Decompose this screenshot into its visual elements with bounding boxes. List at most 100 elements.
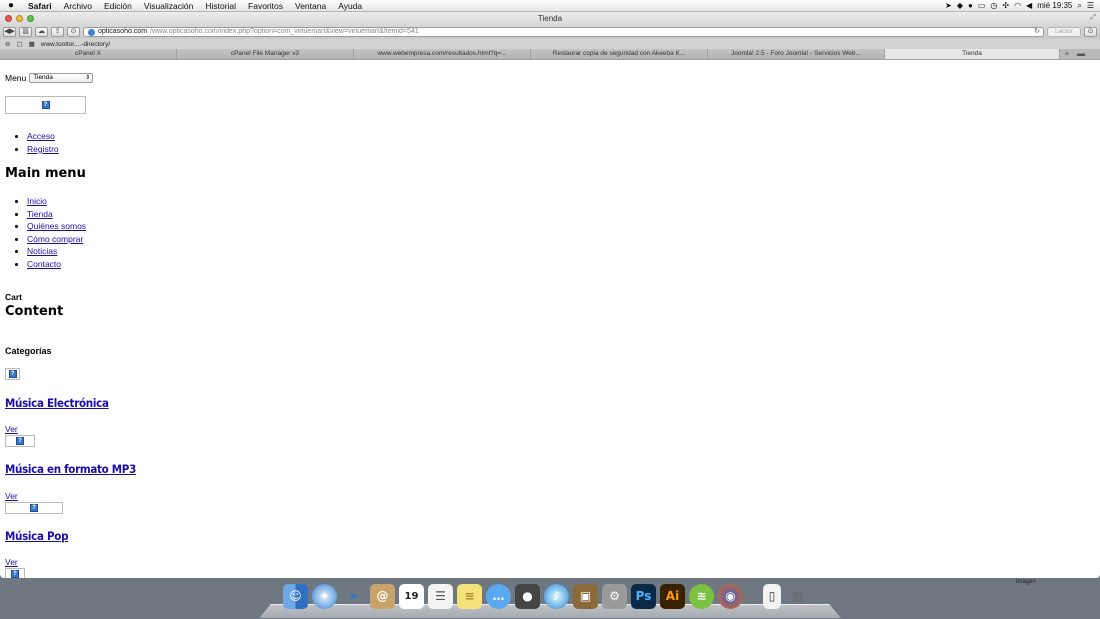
- menu-ventana[interactable]: Ventana: [289, 1, 332, 11]
- bookmarks-button[interactable]: ▥: [19, 27, 32, 37]
- url-host: opticasoho.com: [98, 28, 148, 35]
- category-link-musica-electronica[interactable]: Música Electrónica: [5, 396, 109, 410]
- tab-foro-joomla[interactable]: Joomla! 2.5 - Foro Joomla! - Servicios W…: [708, 49, 885, 59]
- tab-file-manager[interactable]: cPanel File Manager v3: [177, 49, 354, 59]
- missing-image-icon: ?: [11, 569, 19, 578]
- tab-overview-button[interactable]: ▬: [1074, 49, 1088, 59]
- category-link-musica-mp3[interactable]: Música en formato MP3: [5, 462, 136, 476]
- ver-link[interactable]: Ver: [5, 557, 18, 567]
- bookmarks-bar: ⊖ ▢ ▦ www.tooltor....-directory/: [0, 39, 1100, 49]
- menu-row: Menu Tienda: [5, 73, 94, 83]
- menu-edicion[interactable]: Edición: [98, 1, 138, 11]
- share-button[interactable]: ⇪: [51, 27, 64, 37]
- missing-image-icon: ?: [16, 437, 24, 445]
- facetime-icon[interactable]: ●: [515, 584, 540, 609]
- finder-icon[interactable]: ☺: [283, 584, 308, 609]
- reader-button[interactable]: Lector: [1047, 27, 1081, 37]
- calendar-icon[interactable]: 19: [399, 584, 424, 609]
- cart-title: Cart: [5, 292, 23, 302]
- menu-link-noticias[interactable]: Noticias: [27, 246, 57, 256]
- safari-window: Tienda ⤢ ◀▶ ▥ ☁ ⇪ ⊙ opticasoho.com/www.o…: [0, 12, 1100, 578]
- missing-image-icon: ?: [30, 504, 38, 512]
- menu-link-tienda[interactable]: Tienda: [27, 209, 53, 219]
- menu-visualizacion[interactable]: Visualización: [138, 1, 199, 11]
- documents-icon[interactable]: ▯: [763, 584, 781, 609]
- top-sites-icon[interactable]: ▦: [29, 40, 35, 48]
- dock: ☺ ✦ ➤ @ 19 ☰ ≡ … ● ♪ ▣ ⚙ Ps Ai ≋ ◉ ▯ ▥: [259, 580, 841, 619]
- itunes-icon[interactable]: ♪: [544, 584, 569, 609]
- mail-icon[interactable]: ➤: [341, 584, 366, 609]
- menu-label: Menu: [5, 73, 27, 83]
- apple-menu-icon[interactable]: ●: [0, 0, 22, 11]
- menu-link-como-comprar[interactable]: Cómo comprar: [27, 234, 83, 244]
- icloud-tabs-button[interactable]: ☁: [35, 27, 48, 37]
- tab-akeeba[interactable]: Restaurar copia de seguridad con Akeeba …: [531, 49, 708, 59]
- register-link[interactable]: Registro: [27, 144, 59, 154]
- photoshop-icon[interactable]: Ps: [631, 584, 656, 609]
- menu-favoritos[interactable]: Favoritos: [242, 1, 289, 11]
- spotlight-icon[interactable]: ⌕: [1077, 1, 1081, 11]
- safari-icon[interactable]: ✦: [312, 584, 337, 609]
- ver-link[interactable]: Ver: [5, 491, 18, 501]
- main-menu-title: Main menu: [5, 166, 86, 181]
- category-image: ?: [5, 368, 20, 380]
- menu-select[interactable]: Tienda: [29, 73, 94, 83]
- menu-link-inicio[interactable]: Inicio: [27, 196, 47, 206]
- address-bar[interactable]: opticasoho.com/www.opticasoho.com/index.…: [83, 27, 1044, 37]
- menu-link-contacto[interactable]: Contacto: [27, 259, 61, 269]
- firefox-icon[interactable]: ◉: [718, 584, 743, 609]
- bluetooth-icon[interactable]: ✣: [1002, 1, 1009, 10]
- category-link-musica-pop[interactable]: Música Pop: [5, 529, 68, 543]
- reminders-icon[interactable]: ☰: [428, 584, 453, 609]
- page-content: Menu Tienda ? Acceso Registro Main menu …: [0, 70, 1100, 578]
- reading-list-icon[interactable]: ⊖: [5, 40, 10, 48]
- main-menu: Inicio Tienda Quiénes somos Cómo comprar…: [27, 195, 86, 271]
- tab-bar: cPanel X cPanel File Manager v3 www.webe…: [0, 49, 1100, 60]
- missing-image-icon: ?: [8, 370, 17, 378]
- dropbox-icon[interactable]: ◆: [957, 1, 963, 10]
- menu-archivo[interactable]: Archivo: [58, 1, 98, 11]
- reload-icon[interactable]: ↻: [1034, 28, 1043, 36]
- illustrator-icon[interactable]: Ai: [660, 584, 685, 609]
- clock[interactable]: mié 19:35: [1037, 1, 1072, 10]
- bookmark-item[interactable]: www.tooltor....-directory/: [41, 41, 110, 48]
- location-icon[interactable]: ➤: [945, 1, 952, 10]
- menu-historial[interactable]: Historial: [199, 1, 242, 11]
- missing-image-icon: ?: [41, 101, 50, 109]
- system-preferences-icon[interactable]: ⚙: [602, 584, 627, 609]
- show-bookmarks-icon[interactable]: ▢: [16, 40, 22, 48]
- messages-icon[interactable]: …: [486, 584, 511, 609]
- tab-webempresa[interactable]: www.webempresa.com/resultados.html?q=...: [354, 49, 531, 59]
- downloads-button[interactable]: ⊙: [1084, 27, 1097, 37]
- url-path: /www.opticasoho.com/index.php?option=com…: [150, 28, 419, 35]
- notification-center-icon[interactable]: ☰: [1087, 1, 1094, 10]
- categories-title: Categorías: [5, 346, 52, 356]
- login-link[interactable]: Acceso: [27, 131, 55, 141]
- trash-icon[interactable]: ▥: [785, 584, 810, 609]
- title-bar: Tienda ⤢: [0, 12, 1100, 25]
- ver-link[interactable]: Ver: [5, 424, 18, 434]
- tab-cpanel[interactable]: cPanel X: [0, 49, 177, 59]
- back-button[interactable]: ◀▶: [3, 27, 16, 37]
- category-image: ?: [5, 502, 63, 514]
- contacts-icon[interactable]: @: [370, 584, 395, 609]
- category-image: ?: [5, 568, 25, 578]
- tab-tienda[interactable]: Tienda: [885, 49, 1060, 59]
- volume-icon[interactable]: ◀: [1026, 1, 1032, 10]
- menu-app-safari[interactable]: Safari: [22, 1, 58, 11]
- menu-bar: ● Safari Archivo Edición Visualización H…: [0, 0, 1100, 12]
- preview-icon[interactable]: ▣: [573, 584, 598, 609]
- desktop-item-label[interactable]: imagen: [1016, 579, 1036, 585]
- fullscreen-icon[interactable]: ⤢: [1090, 14, 1096, 22]
- menu-ayuda[interactable]: Ayuda: [332, 1, 368, 11]
- display-icon[interactable]: ▭: [978, 1, 986, 10]
- extension-button[interactable]: ⊙: [67, 27, 80, 37]
- menu-link-quienes-somos[interactable]: Quiénes somos: [27, 221, 86, 231]
- notification-icon[interactable]: ●: [968, 1, 973, 10]
- new-tab-button[interactable]: +: [1060, 49, 1074, 59]
- notes-icon[interactable]: ≡: [457, 584, 482, 609]
- spotify-icon[interactable]: ≋: [689, 584, 714, 609]
- time-machine-icon[interactable]: ◷: [990, 1, 997, 10]
- wifi-icon[interactable]: ◠: [1014, 1, 1021, 10]
- site-icon: [88, 28, 95, 36]
